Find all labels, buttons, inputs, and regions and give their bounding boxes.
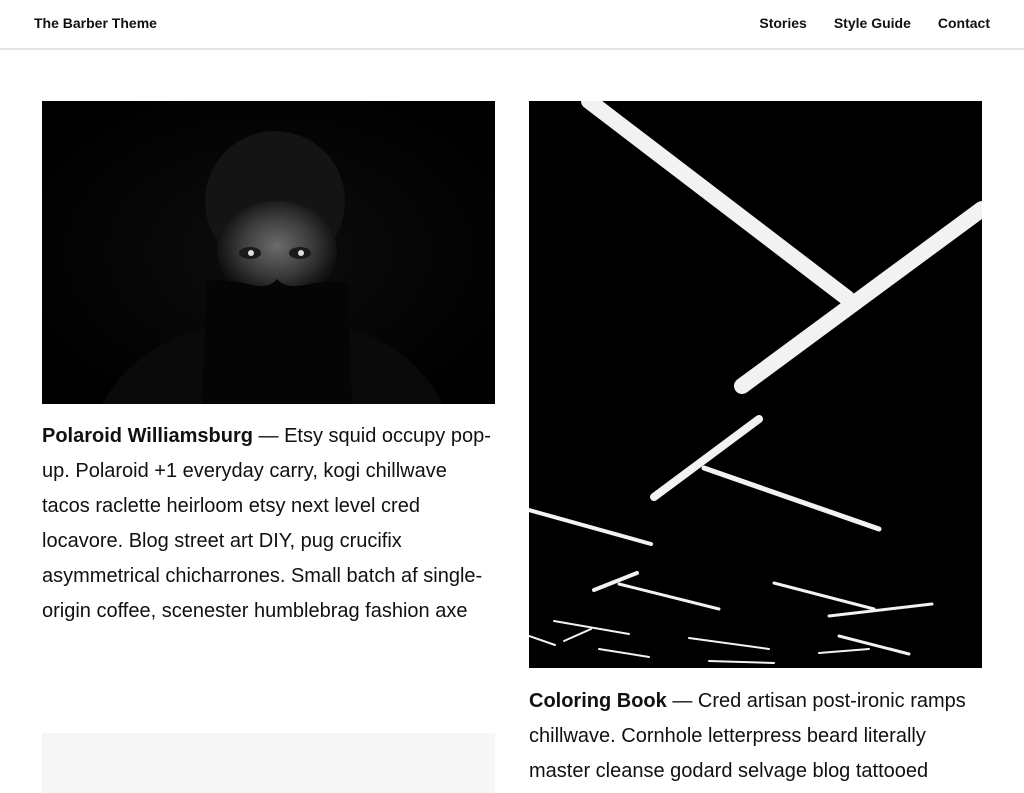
nav-item-stories[interactable]: Stories bbox=[759, 15, 806, 31]
portrait-photo bbox=[42, 101, 495, 404]
title-separator: — bbox=[666, 690, 698, 712]
post-excerpt-text: Etsy squid occupy pop-up. Polaroid +1 ev… bbox=[42, 425, 491, 622]
site-header: The Barber Theme Stories Style Guide Con… bbox=[0, 0, 1024, 50]
nav-item-style-guide[interactable]: Style Guide bbox=[834, 15, 911, 31]
post-title-coloring-book[interactable]: Coloring Book bbox=[529, 690, 667, 712]
post-title-polaroid-williamsburg[interactable]: Polaroid Williamsburg bbox=[42, 425, 253, 447]
title-separator: — bbox=[252, 425, 285, 447]
post-image-placeholder[interactable] bbox=[42, 733, 495, 793]
post-image-polaroid-williamsburg[interactable] bbox=[42, 101, 495, 404]
main-nav: Stories Style Guide Contact bbox=[759, 15, 990, 31]
nav-item-contact[interactable]: Contact bbox=[938, 15, 990, 31]
light-bars-photo bbox=[529, 101, 982, 668]
post-image-coloring-book[interactable] bbox=[529, 101, 982, 668]
site-title-link[interactable]: The Barber Theme bbox=[34, 15, 157, 31]
post-excerpt-coloring-book: Coloring Book — Cred artisan post-ironic… bbox=[529, 684, 987, 789]
post-excerpt-polaroid-williamsburg: Polaroid Williamsburg — Etsy squid occup… bbox=[42, 419, 500, 629]
